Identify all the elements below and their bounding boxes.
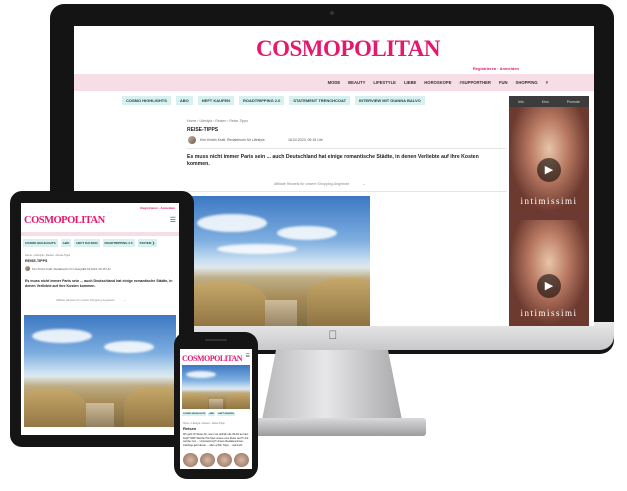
- thumbnail[interactable]: [200, 453, 215, 467]
- thumbnail[interactable]: [217, 453, 232, 467]
- phone-screen: COSMOPOLITAN ☰ COSMO HIGHLIGHTS ABO HEFT…: [180, 349, 252, 469]
- breadcrumb[interactable]: Home › Lifestyle › Reisen › Reise-Tipps: [183, 422, 225, 425]
- chevron-down-icon: ⌄: [123, 298, 126, 302]
- tablet-screen: COSMOPOLITAN Registrieren · Anmelden ☰ C…: [21, 203, 179, 435]
- ad-brand: intimissimi: [520, 308, 578, 318]
- ad-tab-kino[interactable]: Kino: [542, 100, 549, 104]
- tag-heft-kaufen[interactable]: HEFT KAUFEN: [217, 412, 235, 416]
- site-logo[interactable]: COSMOPOLITAN: [24, 215, 105, 226]
- nav-item-beauty[interactable]: BEAUTY: [348, 80, 365, 85]
- publish-date: 18.04.2023, 09:15 Uhr: [288, 138, 323, 142]
- nav-item-lifestyle[interactable]: LIFESTYLE: [373, 80, 396, 85]
- nav-item-horoskope[interactable]: HOROSKOPE: [424, 80, 451, 85]
- ad-tabs: Info Kino Promote: [509, 96, 589, 107]
- article-image: [182, 365, 250, 409]
- site-logo[interactable]: COSMOPOLITAN: [256, 36, 440, 62]
- main-nav: MODE BEAUTY LIFESTYLE LIEBE HOROSKOPE #S…: [74, 74, 594, 91]
- tag-abo[interactable]: ABO: [60, 239, 72, 247]
- divider: [187, 148, 507, 149]
- tag-cosmo-highlights[interactable]: COSMO HIGHLIGHTS: [23, 239, 58, 247]
- ad-tab-promote[interactable]: Promote: [567, 100, 580, 104]
- related-thumbnails: [183, 453, 249, 467]
- tag-statement-trenchcoat[interactable]: STATEMENT TRENCHCOAT: [289, 96, 351, 105]
- breadcrumb[interactable]: Home › Lifestyle › Reisen › Reise-Tipps: [25, 254, 70, 257]
- chevron-down-icon: ⌄: [362, 182, 366, 186]
- speaker-icon: [205, 339, 227, 341]
- author-avatar: [25, 266, 30, 271]
- ad-brand: intimissimi: [520, 196, 578, 206]
- menu-icon[interactable]: ☰: [170, 216, 176, 224]
- nav-bar: [21, 232, 179, 236]
- section-title: REISE-TIPPS: [187, 127, 219, 133]
- nav-item-hash[interactable]: #: [546, 80, 548, 85]
- tag-statement[interactable]: STATEM ❯: [137, 239, 157, 247]
- affiliate-toggle[interactable]: Affiliate Hinweis für unsere Shopping-An…: [274, 182, 365, 186]
- author-name[interactable]: Kim Kristin Kraft, Redakteurin für Lifes…: [32, 267, 84, 271]
- thumbnail[interactable]: [183, 453, 198, 467]
- camera-icon: [330, 11, 334, 15]
- tag-row: COSMO HIGHLIGHTS ABO HEFT KAUFEN: [182, 412, 235, 416]
- tag-cosmo-highlights[interactable]: COSMO HIGHLIGHTS: [122, 96, 171, 105]
- tag-roadtripping[interactable]: ROADTRIPPING 2.0: [102, 239, 135, 247]
- video-ad[interactable]: Info Kino Promote ▶ intimissimi ▶ intimi…: [509, 96, 589, 326]
- play-icon[interactable]: ▶: [537, 158, 561, 182]
- affiliate-note: Affiliate Hinweis für unsere Shopping-An…: [56, 298, 115, 302]
- nav-item-mode[interactable]: MODE: [328, 80, 341, 85]
- section-title: Reisen: [183, 426, 197, 431]
- tag-row: COSMO HIGHLIGHTS ABO HEFT KAUFEN ROADTRI…: [122, 96, 425, 105]
- imac-stand: [262, 350, 402, 420]
- tag-abo[interactable]: ABO: [208, 412, 216, 416]
- login-link[interactable]: Registrieren · Anmelden: [473, 66, 519, 71]
- nav-item-liebe[interactable]: LIEBE: [404, 80, 416, 85]
- imac-base: [238, 418, 426, 436]
- affiliate-toggle[interactable]: Affiliate Hinweis für unsere Shopping-An…: [56, 298, 126, 302]
- tag-interview[interactable]: INTERVIEW MIT GIANNA BALVO: [355, 96, 425, 105]
- menu-icon[interactable]: ☰: [246, 353, 250, 359]
- breadcrumb[interactable]: Home › Lifestyle › Reisen › Reise-Tipps: [187, 119, 248, 123]
- tag-abo[interactable]: ABO: [175, 96, 193, 105]
- article-image: [24, 315, 176, 427]
- article-intro: Wir geht Ihr Reise hin, wenn sie definit…: [183, 433, 249, 447]
- publish-date: 18.04.2023, 09:15 Uhr: [83, 267, 111, 271]
- section-title: REISE-TIPPS: [25, 259, 48, 263]
- tag-row: COSMO HIGHLIGHTS ABO HEFT KAUFEN ROADTRI…: [23, 239, 157, 247]
- tag-roadtripping[interactable]: ROADTRIPPING 2.0: [239, 96, 285, 105]
- affiliate-note: Affiliate Hinweis für unsere Shopping-An…: [274, 182, 350, 186]
- site-logo[interactable]: COSMOPOLITAN: [182, 354, 243, 363]
- tag-cosmo-highlights[interactable]: COSMO HIGHLIGHTS: [182, 412, 207, 416]
- ad-tab-info[interactable]: Info: [518, 100, 524, 104]
- nav-item-supporther[interactable]: #SUPPORTHER: [460, 80, 491, 85]
- play-icon[interactable]: ▶: [537, 274, 561, 298]
- article-intro: Es muss nicht immer Paris sein ... auch …: [187, 154, 479, 167]
- nav-item-shopping[interactable]: SHOPPING: [516, 80, 538, 85]
- apple-logo-icon: : [327, 329, 339, 342]
- divider: [187, 191, 507, 192]
- tag-heft-kaufen[interactable]: HEFT KAUFEN: [74, 239, 100, 247]
- login-link[interactable]: Registrieren · Anmelden: [140, 206, 175, 210]
- article-image: [187, 196, 370, 326]
- tag-heft-kaufen[interactable]: HEFT KAUFEN: [197, 96, 235, 105]
- author-name[interactable]: Kim Kristin Kraft, Redakteurin für Lifes…: [200, 138, 265, 142]
- article-intro: Es muss nicht immer Paris sein ... auch …: [25, 279, 173, 288]
- author-avatar: [188, 136, 196, 144]
- nav-item-fun[interactable]: FUN: [499, 80, 508, 85]
- thumbnail[interactable]: [234, 453, 249, 467]
